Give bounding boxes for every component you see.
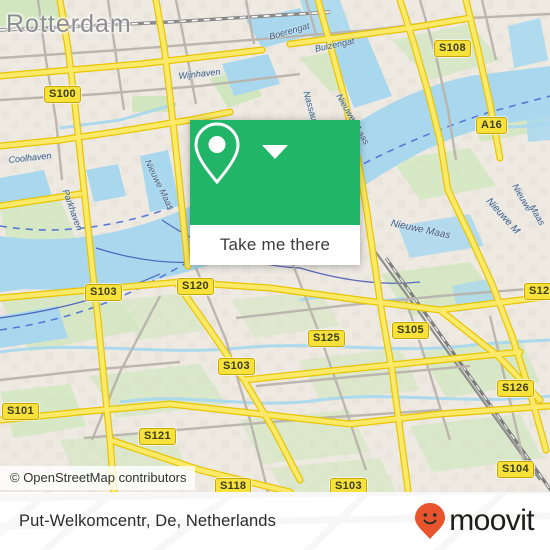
page-footer: Put-Welkomcentr, De, Netherlands moovit (0, 492, 550, 550)
moovit-brand[interactable]: moovit (414, 492, 535, 550)
moovit-wordmark: moovit (449, 504, 534, 537)
popup-header (190, 120, 360, 225)
popup-footer[interactable]: Take me there (190, 225, 360, 265)
location-title: Put-Welkomcentr, De, Netherlands (19, 511, 276, 530)
take-me-there-label: Take me there (219, 235, 331, 254)
screenshot-root: Rotterdam Boerengat Buizengat Nassauhaven N… (0, 0, 550, 550)
location-popup-card[interactable]: Take me there (190, 120, 360, 265)
map-attribution[interactable]: © OpenStreetMap contributors (0, 466, 195, 490)
popup-pointer-triangle (262, 145, 288, 159)
moovit-smiley-pin-icon (415, 503, 446, 539)
map-pin-icon (194, 122, 240, 185)
map-canvas[interactable]: Rotterdam Boerengat Buizengat Nassauhaven N… (0, 0, 550, 492)
